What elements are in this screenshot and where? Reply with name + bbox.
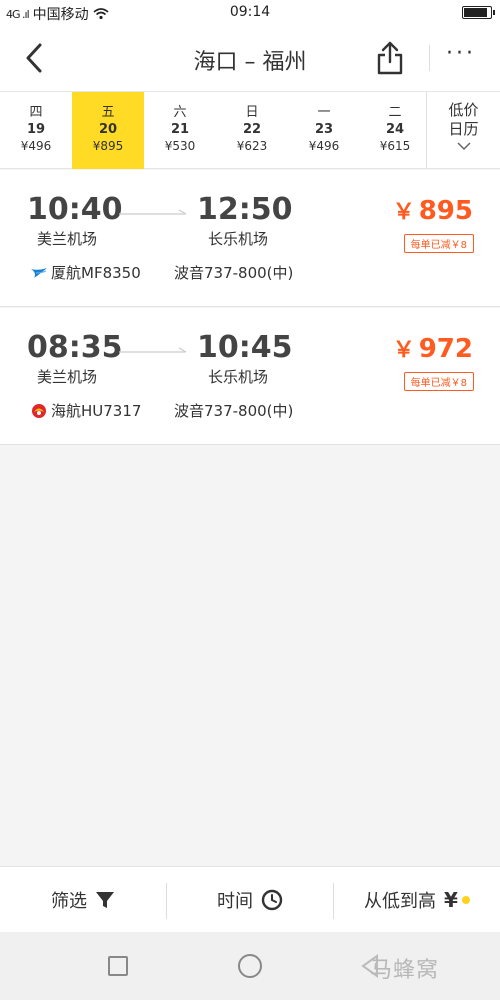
price-value: 972 (418, 334, 473, 364)
date-weekday: 日 (245, 105, 259, 120)
xiamen-airlines-logo-icon (31, 267, 47, 278)
aircraft-type: 波音737-800(中) (174, 264, 294, 282)
flight-number: 厦航MF8350 (51, 264, 141, 282)
page-title: 海口 – 福州 (193, 50, 307, 75)
date-price: ¥895 (92, 139, 124, 153)
clock-icon (261, 889, 283, 911)
arrival-time: 10:45 (197, 330, 293, 365)
currency-symbol: ￥ (392, 200, 415, 225)
watermark: 马蜂窝 (370, 958, 440, 983)
arrival-airport: 长乐机场 (208, 368, 269, 386)
date-option[interactable]: 六 21 ¥530 (144, 92, 216, 169)
sort-label: 从低到高 (364, 891, 437, 912)
route-arrow-icon (119, 209, 187, 215)
date-day: 24 (385, 122, 405, 137)
date-weekday: 六 (173, 105, 187, 120)
airline: 海航HU7317 (30, 400, 141, 421)
date-option[interactable]: 四 19 ¥496 (0, 92, 72, 169)
battery-level (464, 8, 488, 17)
system-nav-bar: 马蜂窝 (0, 932, 500, 1000)
share-icon[interactable] (374, 40, 406, 76)
status-bar: 4G .ıl 中国移动 09:14 (0, 0, 500, 25)
date-day: 20 (98, 122, 118, 137)
more-icon[interactable]: ··· (446, 43, 484, 67)
flight-card[interactable]: 08:35 10:45 美兰机场 长乐机场 海航HU7317 波音737-800… (0, 308, 500, 445)
departure-time: 08:35 (27, 330, 123, 365)
filter-icon (96, 892, 114, 908)
date-weekday: 五 (101, 105, 115, 120)
route-arrow-icon (119, 347, 187, 353)
yen-icon: ¥ (444, 888, 458, 912)
chevron-down-icon (456, 142, 471, 151)
date-price: ¥615 (379, 139, 411, 153)
date-price: ¥623 (236, 139, 268, 153)
date-option[interactable]: 一 23 ¥496 (288, 92, 360, 169)
bottom-toolbar: 筛选 时间 从低到高 ¥ (0, 866, 500, 932)
home-button[interactable] (238, 954, 262, 978)
flight-price: ￥ 972 (393, 332, 473, 364)
nav-divider (429, 45, 430, 71)
flight-price: ￥ 895 (393, 194, 473, 226)
date-price: ¥530 (164, 139, 196, 153)
date-price: ¥496 (20, 139, 52, 153)
recent-apps-button[interactable] (108, 956, 128, 976)
nav-bar: 海口 – 福州 ··· (0, 25, 500, 91)
flight-card[interactable]: 10:40 12:50 美兰机场 长乐机场 厦航MF8350 波音737-800… (0, 170, 500, 307)
time-label: 时间 (217, 891, 253, 912)
date-option[interactable]: 二 24 ¥615 (359, 92, 431, 169)
time-sort-button[interactable]: 时间 (167, 867, 333, 933)
price-value: 895 (418, 196, 473, 226)
departure-time: 10:40 (27, 192, 123, 227)
date-strip: 四 19 ¥496 五 20 ¥895 六 21 ¥530 日 22 ¥623 … (0, 91, 500, 169)
date-day: 23 (314, 122, 334, 137)
date-day: 21 (170, 122, 190, 137)
flight-number: 海航HU7317 (51, 402, 142, 420)
departure-airport: 美兰机场 (37, 368, 98, 386)
airline: 厦航MF8350 (30, 262, 141, 283)
discount-badge: 每单已减￥8 (403, 372, 474, 391)
low-price-calendar-button[interactable]: 低价 日历 (426, 92, 500, 169)
aircraft-type: 波音737-800(中) (174, 402, 294, 420)
clock-time: 09:14 (229, 4, 271, 20)
currency-symbol: ￥ (392, 338, 415, 363)
filter-button[interactable]: 筛选 (0, 867, 166, 933)
calendar-label-line2: 日历 (448, 120, 479, 138)
date-weekday: 一 (317, 105, 331, 120)
date-weekday: 二 (388, 105, 402, 120)
battery-icon (462, 6, 495, 19)
arrival-airport: 长乐机场 (208, 230, 269, 248)
date-day: 22 (242, 122, 262, 137)
active-indicator-dot (461, 896, 470, 904)
price-sort-button[interactable]: 从低到高 ¥ (334, 867, 500, 933)
calendar-label-line1: 低价 (448, 101, 479, 119)
filter-label: 筛选 (51, 891, 87, 912)
date-weekday: 四 (29, 105, 43, 120)
date-option[interactable]: 日 22 ¥623 (216, 92, 288, 169)
arrival-time: 12:50 (197, 192, 293, 227)
departure-airport: 美兰机场 (37, 230, 98, 248)
date-day: 19 (26, 122, 46, 137)
hainan-airlines-logo-icon (32, 403, 46, 418)
date-option-selected[interactable]: 五 20 ¥895 (72, 92, 144, 169)
discount-badge: 每单已减￥8 (403, 234, 474, 253)
date-price: ¥496 (308, 139, 340, 153)
